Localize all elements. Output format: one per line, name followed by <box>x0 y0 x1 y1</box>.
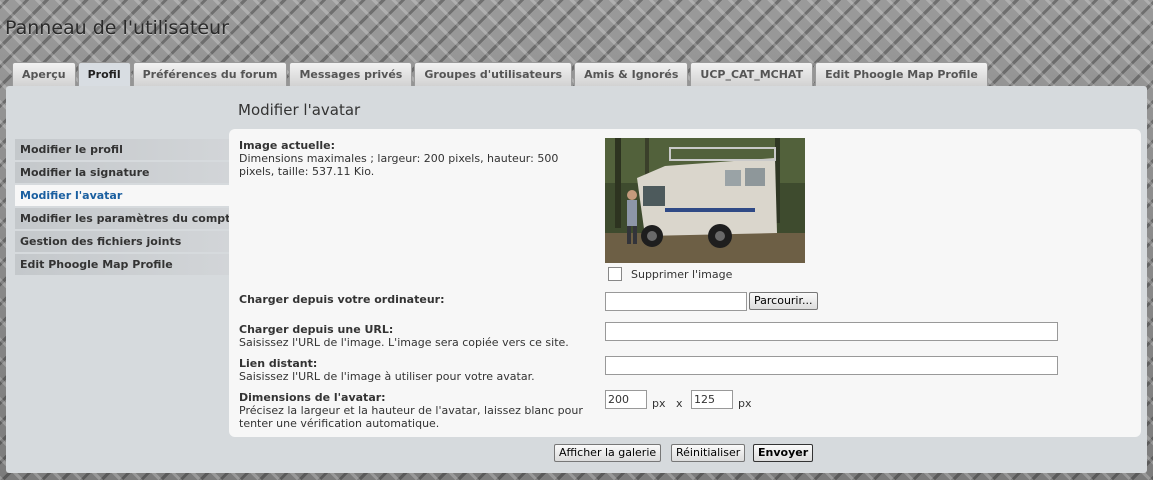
url-upload-title: Charger depuis une URL: <box>239 323 394 336</box>
page-title: Modifier l'avatar <box>238 101 361 119</box>
content-panel: Modifier l'avatar Modifier le profil Mod… <box>6 86 1147 473</box>
url-upload-desc: Saisissez l'URL de l'image. L'image sera… <box>239 336 569 349</box>
submit-button[interactable]: Envoyer <box>753 444 814 462</box>
remote-link-desc: Saisissez l'URL de l'image à utiliser po… <box>239 370 535 383</box>
current-avatar-image <box>605 138 805 263</box>
width-unit: px <box>652 397 666 410</box>
sidebar-menu: Modifier le profil Modifier la signature… <box>15 139 238 277</box>
current-image-title: Image actuelle: <box>239 139 336 152</box>
show-gallery-button[interactable]: Afficher la galerie <box>554 444 662 462</box>
dimensions-desc: Précisez la largeur et la hauteur de l'a… <box>239 404 583 430</box>
url-upload-label: Charger depuis une URL: Saisissez l'URL … <box>239 323 589 349</box>
sidebar-item-avatar[interactable]: Modifier l'avatar <box>15 185 229 206</box>
current-image-desc: Dimensions maximales ; largeur: 200 pixe… <box>239 152 559 178</box>
height-unit: px <box>738 397 752 410</box>
sidebar-item-phoogle-map[interactable]: Edit Phoogle Map Profile <box>15 254 229 275</box>
sidebar-item-account-settings[interactable]: Modifier les paramètres du compte <box>15 208 238 229</box>
remote-link-title: Lien distant: <box>239 357 318 370</box>
sidebar-item-attachments[interactable]: Gestion des fichiers joints <box>15 231 229 252</box>
delete-image-checkbox[interactable] <box>608 267 622 281</box>
tab-groupes[interactable]: Groupes d'utilisateurs <box>414 62 573 86</box>
reset-button[interactable]: Réinitialiser <box>671 444 746 462</box>
current-image-label: Image actuelle: Dimensions maximales ; l… <box>239 139 589 178</box>
remote-link-label: Lien distant: Saisissez l'URL de l'image… <box>239 357 589 383</box>
tab-profil[interactable]: Profil <box>77 62 131 87</box>
tab-apercu[interactable]: Aperçu <box>12 62 76 86</box>
dimension-separator: x <box>676 397 683 410</box>
browse-button[interactable]: Parcourir... <box>749 292 818 310</box>
avatar-height-input[interactable]: 125 <box>691 390 733 409</box>
tab-amis-ignores[interactable]: Amis & Ignorés <box>574 62 689 86</box>
sidebar-item-signature[interactable]: Modifier la signature <box>15 162 229 183</box>
sidebar-item-profile[interactable]: Modifier le profil <box>15 139 229 160</box>
avatar-form: Image actuelle: Dimensions maximales ; l… <box>229 129 1141 437</box>
tab-bar: Aperçu Profil Préférences du forum Messa… <box>12 62 988 87</box>
dimensions-title: Dimensions de l'avatar: <box>239 391 386 404</box>
upload-url-input[interactable] <box>605 322 1058 341</box>
tab-ucp-mchat[interactable]: UCP_CAT_MCHAT <box>690 62 814 86</box>
upload-label: Charger depuis votre ordinateur: <box>239 293 589 306</box>
upload-title: Charger depuis votre ordinateur: <box>239 293 445 306</box>
tab-phoogle-map[interactable]: Edit Phoogle Map Profile <box>815 62 988 86</box>
tab-preferences[interactable]: Préférences du forum <box>132 62 288 86</box>
upload-file-input[interactable] <box>605 292 747 311</box>
avatar-photo <box>605 138 805 263</box>
dimensions-label: Dimensions de l'avatar: Précisez la larg… <box>239 391 589 430</box>
delete-image-label: Supprimer l'image <box>631 268 733 281</box>
site-title: Panneau de l'utilisateur <box>5 17 229 39</box>
avatar-width-input[interactable]: 200 <box>605 390 647 409</box>
tab-messages-prives[interactable]: Messages privés <box>289 62 413 86</box>
remote-link-input[interactable] <box>605 356 1058 375</box>
